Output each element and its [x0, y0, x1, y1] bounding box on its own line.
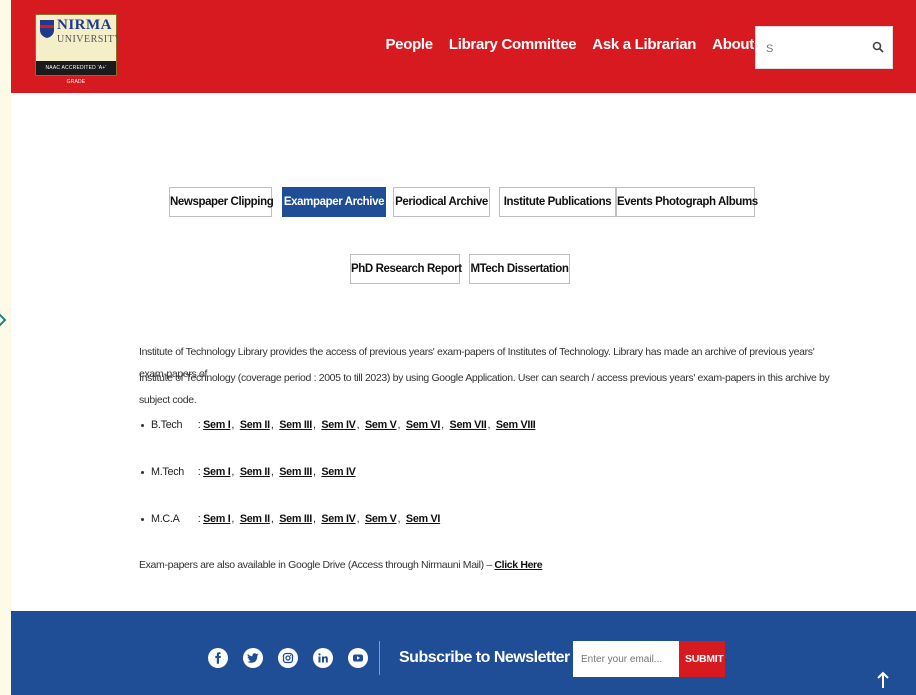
- btech-sem-4-link[interactable]: Sem IV: [321, 419, 356, 431]
- program-row-mtech: M.Tech : Sem I, Sem II, Sem III, Sem IV: [139, 466, 356, 478]
- tab-events-photograph-albums[interactable]: Events Photograph Albums: [616, 187, 758, 217]
- twitter-icon[interactable]: [243, 648, 263, 668]
- program-row-mca: M.C.A : Sem I, Sem II, Sem III, Sem IV, …: [139, 513, 440, 525]
- btech-sem-5-link[interactable]: Sem V: [365, 419, 397, 431]
- newsletter-email-input[interactable]: [573, 641, 679, 677]
- program-name: B.Tech: [151, 419, 183, 431]
- main-nav: People Library Committee Ask a Librarian…: [369, 36, 754, 53]
- footer-divider: [379, 641, 380, 675]
- mtech-sem-2-link[interactable]: Sem II: [240, 466, 270, 478]
- search-box: [755, 26, 893, 70]
- logo-subtitle: UNIVERSITY: [57, 34, 122, 45]
- youtube-icon[interactable]: [348, 648, 368, 668]
- nav-about[interactable]: About: [712, 36, 754, 53]
- bullet: [141, 470, 144, 474]
- mtech-sem-1-link[interactable]: Sem I: [203, 466, 231, 478]
- btech-sem-3-link[interactable]: Sem III: [279, 419, 312, 431]
- bullet: [141, 423, 144, 427]
- btech-sem-7-link[interactable]: Sem VII: [450, 419, 487, 431]
- drive-note: Exam-papers are also available in Google…: [139, 559, 543, 571]
- description-line-2: Institute of Technology (coverage period…: [139, 372, 830, 406]
- bullet: [141, 517, 144, 521]
- nav-people[interactable]: People: [385, 36, 433, 53]
- tab-phd-research-report[interactable]: PhD Research Report: [350, 254, 462, 284]
- mtech-sem-4-link[interactable]: Sem IV: [321, 466, 356, 478]
- nirma-logo[interactable]: NIRMA UNIVERSITY NAAC ACCREDITED 'A+' GR…: [35, 14, 122, 85]
- program-name: M.C.A: [151, 513, 180, 525]
- tab-institute-publications[interactable]: Institute Publications: [499, 187, 616, 217]
- btech-sem-1-link[interactable]: Sem I: [203, 419, 231, 431]
- logo-accreditation: NAAC ACCREDITED 'A+' GRADE: [36, 61, 116, 85]
- tab-mtech-dissertation[interactable]: MTech Dissertation: [469, 254, 570, 284]
- scroll-to-top-arrow-icon[interactable]: [876, 671, 890, 689]
- program-name: M.Tech: [151, 466, 184, 478]
- header: NIRMA UNIVERSITY NAAC ACCREDITED 'A+' GR…: [11, 0, 916, 93]
- shield-icon: [40, 20, 54, 38]
- nav-library-committee[interactable]: Library Committee: [449, 36, 577, 53]
- mca-sem-1-link[interactable]: Sem I: [203, 513, 231, 525]
- tab-newspaper-clipping[interactable]: Newspaper Clipping: [169, 187, 274, 217]
- mca-sem-2-link[interactable]: Sem II: [240, 513, 270, 525]
- subscribe-title: Subscribe to Newsletter: [399, 649, 570, 666]
- mtech-sem-3-link[interactable]: Sem III: [279, 466, 312, 478]
- mca-sem-5-link[interactable]: Sem V: [365, 513, 397, 525]
- tab-exampaper-archive[interactable]: Exampaper Archive: [282, 187, 386, 217]
- logo-name: NIRMA: [57, 17, 112, 33]
- btech-sem-2-link[interactable]: Sem II: [240, 419, 270, 431]
- nav-ask-a-librarian[interactable]: Ask a Librarian: [592, 36, 696, 53]
- mca-sem-4-link[interactable]: Sem IV: [321, 513, 356, 525]
- search-input[interactable]: [764, 27, 868, 70]
- instagram-icon[interactable]: [278, 648, 298, 668]
- btech-sem-8-link[interactable]: Sem VIII: [496, 419, 536, 431]
- page: NIRMA UNIVERSITY NAAC ACCREDITED 'A+' GR…: [11, 0, 916, 695]
- submit-button[interactable]: SUBMIT: [679, 641, 725, 677]
- mca-sem-6-link[interactable]: Sem VI: [406, 513, 441, 525]
- tab-periodical-archive[interactable]: Periodical Archive: [393, 187, 490, 217]
- linkedin-icon[interactable]: [313, 648, 333, 668]
- footer: Subscribe to Newsletter SUBMIT: [11, 611, 916, 695]
- left-edge-arrow-icon: [0, 313, 7, 327]
- search-icon[interactable]: [872, 41, 884, 53]
- click-here-link[interactable]: Click Here: [494, 559, 542, 571]
- drive-note-text: Exam-papers are also available in Google…: [139, 559, 495, 571]
- program-row-btech: B.Tech : Sem I, Sem II, Sem III, Sem IV,…: [139, 419, 536, 431]
- mca-sem-3-link[interactable]: Sem III: [279, 513, 312, 525]
- facebook-icon[interactable]: [208, 648, 228, 668]
- btech-sem-6-link[interactable]: Sem VI: [406, 419, 441, 431]
